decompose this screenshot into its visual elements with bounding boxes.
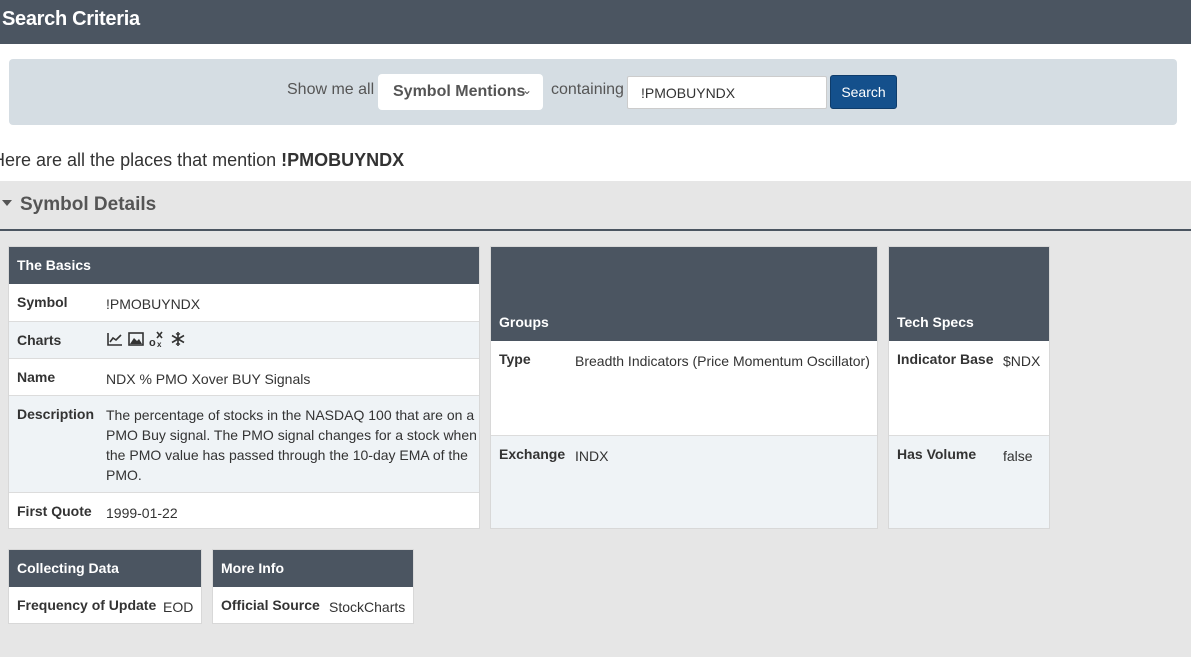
search-button[interactable]: Search [830, 75, 897, 109]
collecting-header: Collecting Data [9, 550, 201, 587]
symbol-details-toggle[interactable]: Symbol Details [2, 194, 156, 216]
has-volume-row: Has Volume false [889, 435, 1049, 528]
search-criteria-header: Search Criteria [0, 0, 1191, 44]
svg-text:x: x [157, 340, 162, 347]
official-source-row: Official Source StockCharts [213, 587, 413, 624]
chart-icons: ox [107, 331, 186, 347]
containing-label: containing [551, 81, 624, 98]
type-row: Type Breadth Indicators (Price Momentum … [491, 341, 877, 435]
description-line: PMO. [106, 467, 142, 483]
collecting-title: Collecting Data [17, 560, 119, 576]
name-row: Name NDX % PMO Xover BUY Signals [9, 358, 479, 395]
basics-header: The Basics [9, 247, 479, 284]
image-chart-icon[interactable] [128, 331, 144, 347]
groups-title: Groups [499, 314, 549, 330]
official-source-value: StockCharts [329, 599, 406, 615]
symbol-row: Symbol !PMOBUYNDX [9, 284, 479, 321]
first-quote-value: 1999-01-22 [106, 505, 178, 521]
snowflake-icon[interactable] [170, 331, 186, 347]
symbol-label: Symbol [17, 294, 68, 310]
line-chart-icon[interactable] [107, 331, 123, 347]
search-input[interactable] [627, 76, 827, 109]
first-quote-label: First Quote [17, 503, 92, 519]
search-type-select[interactable]: Symbol Mentions ⌄ [378, 74, 543, 110]
moreinfo-header: More Info [213, 550, 413, 587]
indicator-base-label: Indicator Base [897, 351, 994, 367]
description-label: Description [17, 406, 95, 422]
basics-title: The Basics [17, 257, 91, 273]
name-value: NDX % PMO Xover BUY Signals [106, 371, 311, 387]
groups-header: Groups [491, 247, 877, 341]
basics-panel: The Basics Symbol !PMOBUYNDX Charts ox N… [8, 246, 480, 529]
type-value: Breadth Indicators (Price Momentum Oscil… [575, 353, 870, 369]
chevron-down-icon: ⌄ [522, 83, 533, 97]
page-title: Search Criteria [2, 8, 140, 30]
techspecs-title: Tech Specs [897, 314, 974, 330]
exchange-value: INDX [575, 448, 609, 464]
show-me-all-label: Show me all [287, 81, 375, 98]
section-divider [0, 229, 1191, 231]
first-quote-row: First Quote 1999-01-22 [9, 492, 479, 529]
collecting-panel: Collecting Data Frequency of Update EOD [8, 549, 202, 624]
results-intro: Here are all the places that mention !PM… [0, 150, 404, 171]
symbol-value: !PMOBUYNDX [106, 296, 201, 312]
seasonality-icon[interactable]: ox [149, 331, 165, 347]
description-line: the PMO value has passed through the 10-… [106, 447, 468, 463]
exchange-row: Exchange INDX [491, 435, 877, 528]
has-volume-value: false [1003, 448, 1033, 464]
results-intro-text: Here are all the places that mention [0, 150, 282, 170]
charts-row: Charts ox [9, 321, 479, 358]
charts-label: Charts [17, 332, 62, 348]
frequency-value: EOD [163, 599, 194, 615]
results-symbol: !PMOBUYNDX [281, 150, 405, 170]
frequency-row: Frequency of Update EOD [9, 587, 201, 624]
search-type-value: Symbol Mentions [393, 83, 526, 100]
svg-text:o: o [149, 337, 156, 347]
groups-panel: Groups Type Breadth Indicators (Price Mo… [490, 246, 878, 529]
description-row: Description The percentage of stocks in … [9, 395, 479, 492]
caret-down-icon [2, 199, 12, 206]
description-line: The percentage of stocks in the NASDAQ 1… [106, 407, 475, 423]
section-title: Symbol Details [20, 194, 157, 215]
techspecs-header: Tech Specs [889, 247, 1049, 341]
indicator-base-value: $NDX [1003, 353, 1041, 369]
moreinfo-title: More Info [221, 560, 284, 576]
techspecs-panel: Tech Specs Indicator Base $NDX Has Volum… [888, 246, 1050, 529]
type-label: Type [499, 351, 531, 367]
exchange-label: Exchange [499, 446, 566, 462]
name-label: Name [17, 369, 56, 385]
frequency-label: Frequency of Update [17, 597, 157, 613]
description-line: PMO Buy signal. The PMO signal changes f… [106, 427, 477, 443]
has-volume-label: Has Volume [897, 446, 977, 462]
description-value: The percentage of stocks in the NASDAQ 1… [106, 405, 477, 485]
indicator-base-row: Indicator Base $NDX [889, 341, 1049, 435]
official-source-label: Official Source [221, 597, 320, 613]
moreinfo-panel: More Info Official Source StockCharts [212, 549, 414, 624]
